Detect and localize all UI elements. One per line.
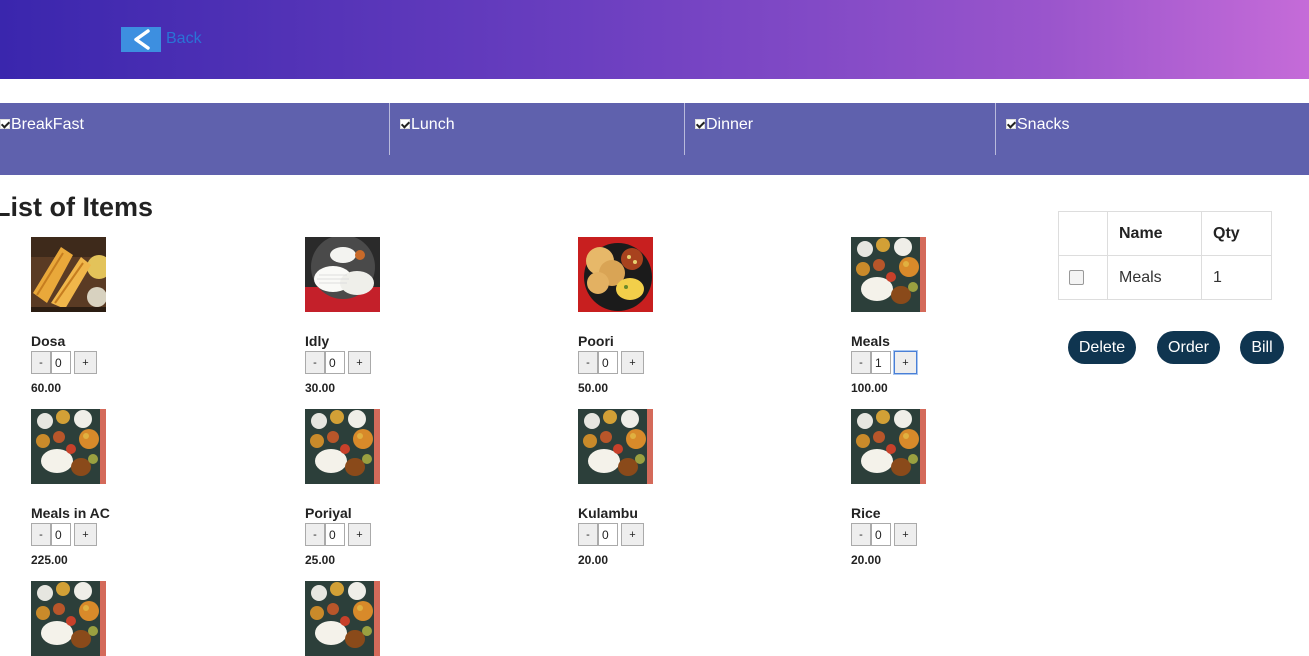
- category-bar: BreakFast Lunch Dinner Snacks: [0, 103, 1309, 175]
- category-lunch[interactable]: Lunch: [389, 103, 685, 155]
- back-arrow-button[interactable]: [121, 27, 161, 52]
- idly-image: [305, 237, 380, 312]
- increment-button[interactable]: +: [621, 351, 644, 374]
- kulambu-image: [578, 409, 653, 484]
- menu-item-poori: Poori - + 50.00: [578, 237, 778, 395]
- increment-button[interactable]: +: [74, 351, 97, 374]
- decrement-button[interactable]: -: [851, 351, 871, 374]
- item-image-partial: [305, 581, 380, 656]
- item-name: Meals: [851, 333, 890, 349]
- decrement-button[interactable]: -: [305, 523, 325, 546]
- menu-item-idly: Idly - + 30.00: [305, 237, 505, 395]
- category-snacks[interactable]: Snacks: [995, 103, 1309, 155]
- row-select-cell: [1058, 255, 1108, 300]
- column-header-select: [1058, 211, 1108, 256]
- category-breakfast[interactable]: BreakFast: [0, 103, 390, 155]
- item-name: Dosa: [31, 333, 66, 349]
- quantity-input[interactable]: [598, 351, 618, 374]
- quantity-stepper: - +: [31, 351, 97, 374]
- poriyal-image: [305, 409, 380, 484]
- increment-button[interactable]: +: [621, 523, 644, 546]
- meals-image: [31, 409, 106, 484]
- item-name: Poriyal: [305, 505, 352, 521]
- item-price: 30.00: [305, 381, 336, 395]
- decrement-button[interactable]: -: [578, 351, 598, 374]
- item-price: 100.00: [851, 381, 888, 395]
- item-image-partial: [31, 581, 106, 656]
- quantity-stepper: - +: [305, 523, 371, 546]
- menu-item-meals-in-ac: Meals in AC - + 225.00: [31, 409, 231, 567]
- item-name: Idly: [305, 333, 330, 349]
- quantity-input[interactable]: [51, 523, 71, 546]
- menu-item-meals: Meals - + 100.00: [851, 237, 1051, 395]
- quantity-input[interactable]: [871, 351, 891, 374]
- item-price: 50.00: [578, 381, 609, 395]
- checkbox-checked-icon[interactable]: [1006, 119, 1016, 129]
- decrement-button[interactable]: -: [305, 351, 325, 374]
- quantity-stepper: - +: [578, 351, 644, 374]
- quantity-input[interactable]: [325, 523, 345, 546]
- checkbox-checked-icon[interactable]: [0, 119, 10, 129]
- item-price: 25.00: [305, 553, 336, 567]
- item-price: 20.00: [851, 553, 882, 567]
- quantity-input[interactable]: [325, 351, 345, 374]
- category-dinner[interactable]: Dinner: [684, 103, 996, 155]
- decrement-button[interactable]: -: [31, 351, 51, 374]
- order-button[interactable]: Order: [1157, 331, 1220, 364]
- quantity-stepper: - +: [31, 523, 97, 546]
- bill-button[interactable]: Bill: [1240, 331, 1284, 364]
- increment-button[interactable]: +: [894, 351, 917, 374]
- quantity-input[interactable]: [598, 523, 618, 546]
- row-name-cell: Meals: [1107, 255, 1202, 300]
- table-header-row: Name Qty: [1058, 211, 1272, 256]
- item-name: Poori: [578, 333, 614, 349]
- quantity-input[interactable]: [871, 523, 891, 546]
- category-label: BreakFast: [11, 116, 84, 133]
- quantity-stepper: - +: [851, 351, 917, 374]
- category-label: Snacks: [1017, 116, 1070, 133]
- item-price: 225.00: [31, 553, 68, 567]
- dosa-image: [31, 237, 106, 312]
- quantity-stepper: - +: [305, 351, 371, 374]
- increment-button[interactable]: +: [348, 523, 371, 546]
- category-label: Dinner: [706, 116, 754, 133]
- quantity-stepper: - +: [851, 523, 917, 546]
- rice-image: [851, 409, 926, 484]
- delete-button[interactable]: Delete: [1068, 331, 1136, 364]
- menu-item-dosa: Dosa - + 60.00: [31, 237, 231, 395]
- menu-item-poriyal: Poriyal - + 25.00: [305, 409, 505, 567]
- header-banner: Back: [0, 0, 1309, 79]
- table-row: Meals 1: [1058, 255, 1272, 300]
- row-qty-cell: 1: [1201, 255, 1272, 300]
- order-table: Name Qty Meals 1: [1058, 211, 1272, 300]
- quantity-input[interactable]: [51, 351, 71, 374]
- back-link[interactable]: Back: [166, 30, 202, 48]
- poori-image: [578, 237, 653, 312]
- column-header-qty: Qty: [1201, 211, 1272, 256]
- checkbox-checked-icon[interactable]: [400, 119, 410, 129]
- quantity-stepper: - +: [578, 523, 644, 546]
- decrement-button[interactable]: -: [851, 523, 871, 546]
- increment-button[interactable]: +: [74, 523, 97, 546]
- item-name: Rice: [851, 505, 881, 521]
- row-checkbox[interactable]: [1069, 269, 1084, 285]
- item-name: Meals in AC: [31, 505, 110, 521]
- column-header-name: Name: [1107, 211, 1202, 256]
- item-name: Kulambu: [578, 505, 638, 521]
- decrement-button[interactable]: -: [31, 523, 51, 546]
- increment-button[interactable]: +: [894, 523, 917, 546]
- item-price: 60.00: [31, 381, 62, 395]
- meals-image: [851, 237, 926, 312]
- category-label: Lunch: [411, 116, 455, 133]
- item-price: 20.00: [578, 553, 609, 567]
- checkbox-checked-icon[interactable]: [695, 119, 705, 129]
- decrement-button[interactable]: -: [578, 523, 598, 546]
- chevron-left-icon: [134, 29, 150, 50]
- page-title: List of Items: [0, 192, 154, 222]
- menu-item-kulambu: Kulambu - + 20.00: [578, 409, 778, 567]
- increment-button[interactable]: +: [348, 351, 371, 374]
- menu-item-rice: Rice - + 20.00: [851, 409, 1051, 567]
